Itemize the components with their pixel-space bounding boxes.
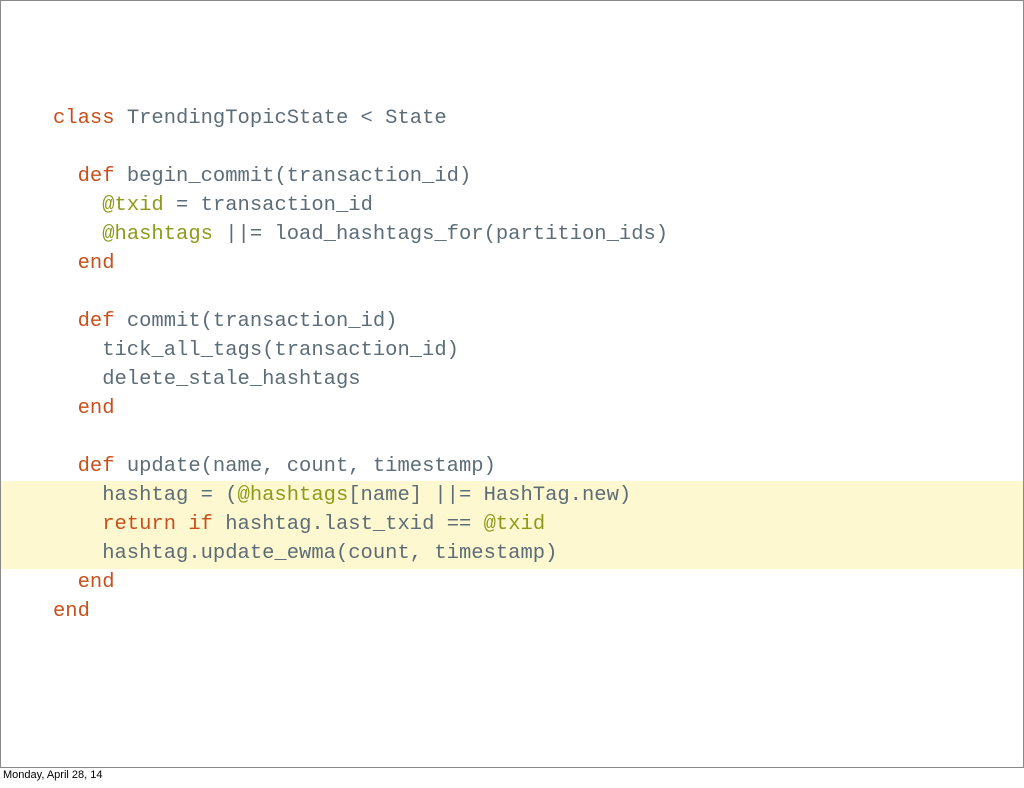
code-line: class TrendingTopicState < State bbox=[53, 104, 668, 133]
code-keyword: return bbox=[102, 513, 177, 536]
code-keyword: def bbox=[77, 310, 115, 333]
code-line: @txid = transaction_id bbox=[53, 191, 668, 220]
code-text: tick_all_tags(transaction_id) bbox=[53, 339, 459, 362]
code-line: def update(name, count, timestamp) bbox=[53, 452, 668, 481]
code-keyword: class bbox=[53, 107, 115, 130]
code-keyword: end bbox=[53, 600, 90, 623]
code-instance-variable: @hashtags bbox=[102, 223, 213, 246]
code-text: hashtag = ( bbox=[53, 484, 238, 507]
code-text: ||= load_hashtags_for(partition_ids) bbox=[212, 223, 669, 246]
code-line: end bbox=[53, 394, 668, 423]
code-text: begin_commit(transaction_id) bbox=[114, 165, 472, 188]
code-text: commit(transaction_id) bbox=[114, 310, 398, 333]
code-line: return if hashtag.last_txid == @txid bbox=[53, 510, 668, 539]
code-line: def begin_commit(transaction_id) bbox=[53, 162, 668, 191]
code-text: [name] ||= HashTag.new) bbox=[348, 484, 632, 507]
code-line: hashtag.update_ewma(count, timestamp) bbox=[53, 539, 668, 568]
code-instance-variable: @hashtags bbox=[237, 484, 349, 507]
code-text: = transaction_id bbox=[163, 194, 373, 217]
code-text: hashtag.last_txid == bbox=[212, 513, 484, 536]
code-keyword: end bbox=[77, 252, 115, 275]
code-line: end bbox=[53, 568, 668, 597]
code-line: hashtag = (@hashtags[name] ||= HashTag.n… bbox=[53, 481, 668, 510]
code-line: def commit(transaction_id) bbox=[53, 307, 668, 336]
code-line: end bbox=[53, 597, 668, 626]
footer-date: Monday, April 28, 14 bbox=[3, 769, 103, 781]
code-text: hashtag.update_ewma(count, timestamp) bbox=[53, 542, 558, 565]
code-line: @hashtags ||= load_hashtags_for(partitio… bbox=[53, 220, 668, 249]
code-instance-variable: @txid bbox=[102, 194, 164, 217]
code-instance-variable: @txid bbox=[483, 513, 546, 536]
code-keyword: end bbox=[77, 397, 115, 420]
code-line: end bbox=[53, 249, 668, 278]
code-keyword: if bbox=[188, 513, 213, 536]
code-line: delete_stale_hashtags bbox=[53, 365, 668, 394]
code-text: update(name, count, timestamp) bbox=[114, 455, 496, 478]
code-text: TrendingTopicState < State bbox=[114, 107, 447, 130]
code-keyword: end bbox=[77, 571, 115, 594]
code-keyword: def bbox=[77, 455, 115, 478]
code-text: delete_stale_hashtags bbox=[53, 368, 361, 391]
code-block: class TrendingTopicState < State def beg… bbox=[53, 104, 668, 626]
code-keyword: def bbox=[77, 165, 115, 188]
slide: class TrendingTopicState < State def beg… bbox=[0, 0, 1024, 768]
code-line: tick_all_tags(transaction_id) bbox=[53, 336, 668, 365]
